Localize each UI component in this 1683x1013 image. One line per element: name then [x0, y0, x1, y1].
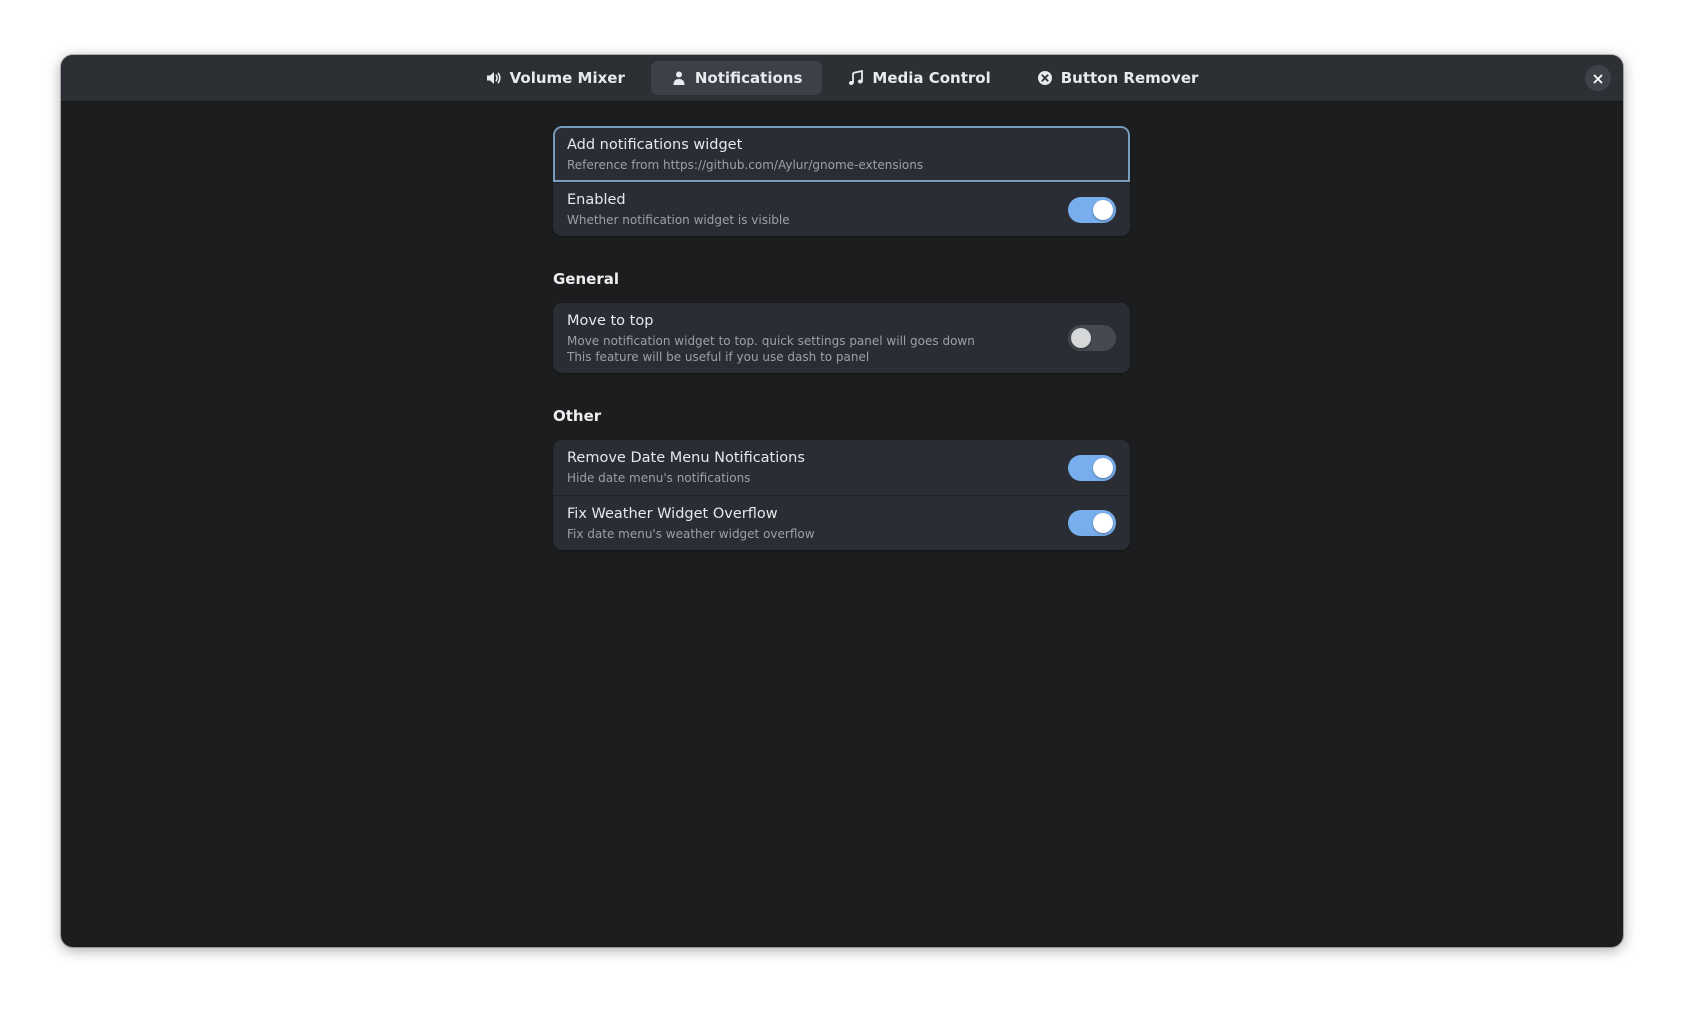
tab-label: Media Control — [872, 69, 991, 87]
row-title: Fix Weather Widget Overflow — [567, 505, 778, 522]
remove-date-menu-switch[interactable] — [1068, 454, 1116, 481]
add-notifications-widget-row[interactable]: Add notifications widget Reference from … — [553, 126, 1130, 182]
tab-button-remover[interactable]: Button Remover — [1017, 61, 1219, 95]
row-text: Enabled Whether notification widget is v… — [567, 191, 1068, 228]
preferences-page: Add notifications widget Reference from … — [553, 126, 1130, 550]
tab-media-control[interactable]: Media Control — [828, 61, 1010, 95]
speaker-icon — [486, 70, 502, 86]
tab-volume-mixer[interactable]: Volume Mixer — [466, 61, 645, 95]
preferences-window: Volume Mixer Notifications Media Control… — [61, 55, 1623, 947]
switch-knob — [1093, 199, 1113, 220]
row-title: Add notifications widget — [567, 136, 743, 153]
row-subtitle-2: This feature will be useful if you use d… — [567, 349, 870, 364]
music-note-icon — [848, 70, 864, 86]
section-title-general: General — [553, 270, 619, 288]
fix-weather-widget-overflow-row: Fix Weather Widget Overflow Fix date men… — [553, 495, 1130, 550]
row-subtitle: Whether notification widget is visible — [567, 213, 790, 227]
row-title: Remove Date Menu Notifications — [567, 450, 805, 466]
switch-knob — [1071, 328, 1091, 348]
row-text: Add notifications widget Reference from … — [567, 136, 1116, 173]
row-title: Move to top — [567, 312, 654, 329]
headerbar: Volume Mixer Notifications Media Control… — [61, 55, 1623, 102]
row-subtitle: Fix date menu's weather widget overflow — [567, 526, 815, 541]
row-text: Remove Date Menu Notifications Hide date… — [567, 449, 1068, 486]
tab-label: Volume Mixer — [509, 69, 625, 87]
tab-label: Notifications — [694, 69, 803, 87]
row-text: Fix Weather Widget Overflow Fix date men… — [567, 505, 1068, 542]
section-title-other: Other — [553, 407, 602, 425]
move-to-top-row: Move to top Move notification widget to … — [553, 303, 1130, 373]
row-subtitle: Hide date menu's notifications — [567, 471, 751, 485]
widget-group: Add notifications widget Reference from … — [553, 126, 1130, 236]
switch-knob — [1093, 513, 1113, 533]
remove-date-menu-notifications-row: Remove Date Menu Notifications Hide date… — [553, 440, 1130, 495]
row-text: Move to top Move notification widget to … — [567, 312, 1068, 365]
person-icon — [671, 70, 687, 86]
general-group: Move to top Move notification widget to … — [553, 303, 1130, 373]
enabled-row: Enabled Whether notification widget is v… — [553, 182, 1130, 236]
switch-knob — [1093, 457, 1113, 478]
view-switcher: Volume Mixer Notifications Media Control… — [61, 61, 1623, 95]
row-subtitle: Reference from https://github.com/Aylur/… — [567, 157, 924, 172]
tab-label: Button Remover — [1060, 69, 1199, 87]
circle-x-icon — [1037, 70, 1053, 86]
enabled-switch[interactable] — [1068, 196, 1116, 223]
close-button[interactable] — [1585, 65, 1611, 91]
other-group: Remove Date Menu Notifications Hide date… — [553, 440, 1130, 550]
tab-notifications[interactable]: Notifications — [650, 61, 823, 95]
move-to-top-switch[interactable] — [1068, 325, 1116, 351]
close-icon — [1593, 69, 1603, 88]
fix-weather-switch[interactable] — [1068, 510, 1116, 536]
row-subtitle: Move notification widget to top. quick s… — [567, 333, 975, 348]
row-title: Enabled — [567, 192, 626, 208]
